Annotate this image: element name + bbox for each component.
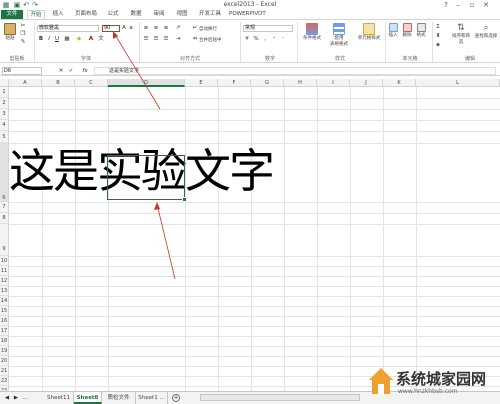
house-logo-door xyxy=(378,384,384,394)
horizontal-scrollbar[interactable] xyxy=(200,394,360,401)
annotation-arrow-line xyxy=(156,203,176,280)
more-sheets-icon[interactable]: … xyxy=(22,395,28,401)
sheet-tab-active[interactable]: Sheet8 xyxy=(74,392,102,404)
sheet-tab[interactable]: Sheet1 ... xyxy=(136,392,168,404)
watermark-url: www.hnzkhbsb.com xyxy=(398,388,458,395)
annotation-arrow-line xyxy=(141,79,161,110)
next-sheet-icon[interactable]: ▶ xyxy=(13,395,19,401)
annotation-arrows xyxy=(141,79,176,280)
prev-sheet-icon[interactable]: ◀ xyxy=(4,395,10,401)
house-logo-icon xyxy=(369,368,393,394)
annotation-arrow-line xyxy=(113,32,143,80)
watermark: 系统城家园网 www.hnzkhbsb.com xyxy=(366,362,498,402)
annotation-arrow-top xyxy=(113,31,143,80)
sheet-tab[interactable]: 质检文件 xyxy=(102,392,136,404)
watermark-text: 系统城家园网 xyxy=(396,370,487,388)
worksheet-grid[interactable]: A B C D E F G H I J K L 1 2 3 4 5 6 7 8 … xyxy=(0,79,500,391)
sheet-tab[interactable]: Sheet11 xyxy=(44,392,74,404)
annotation-arrow-head xyxy=(154,202,160,210)
new-sheet-icon[interactable]: + xyxy=(172,394,180,402)
